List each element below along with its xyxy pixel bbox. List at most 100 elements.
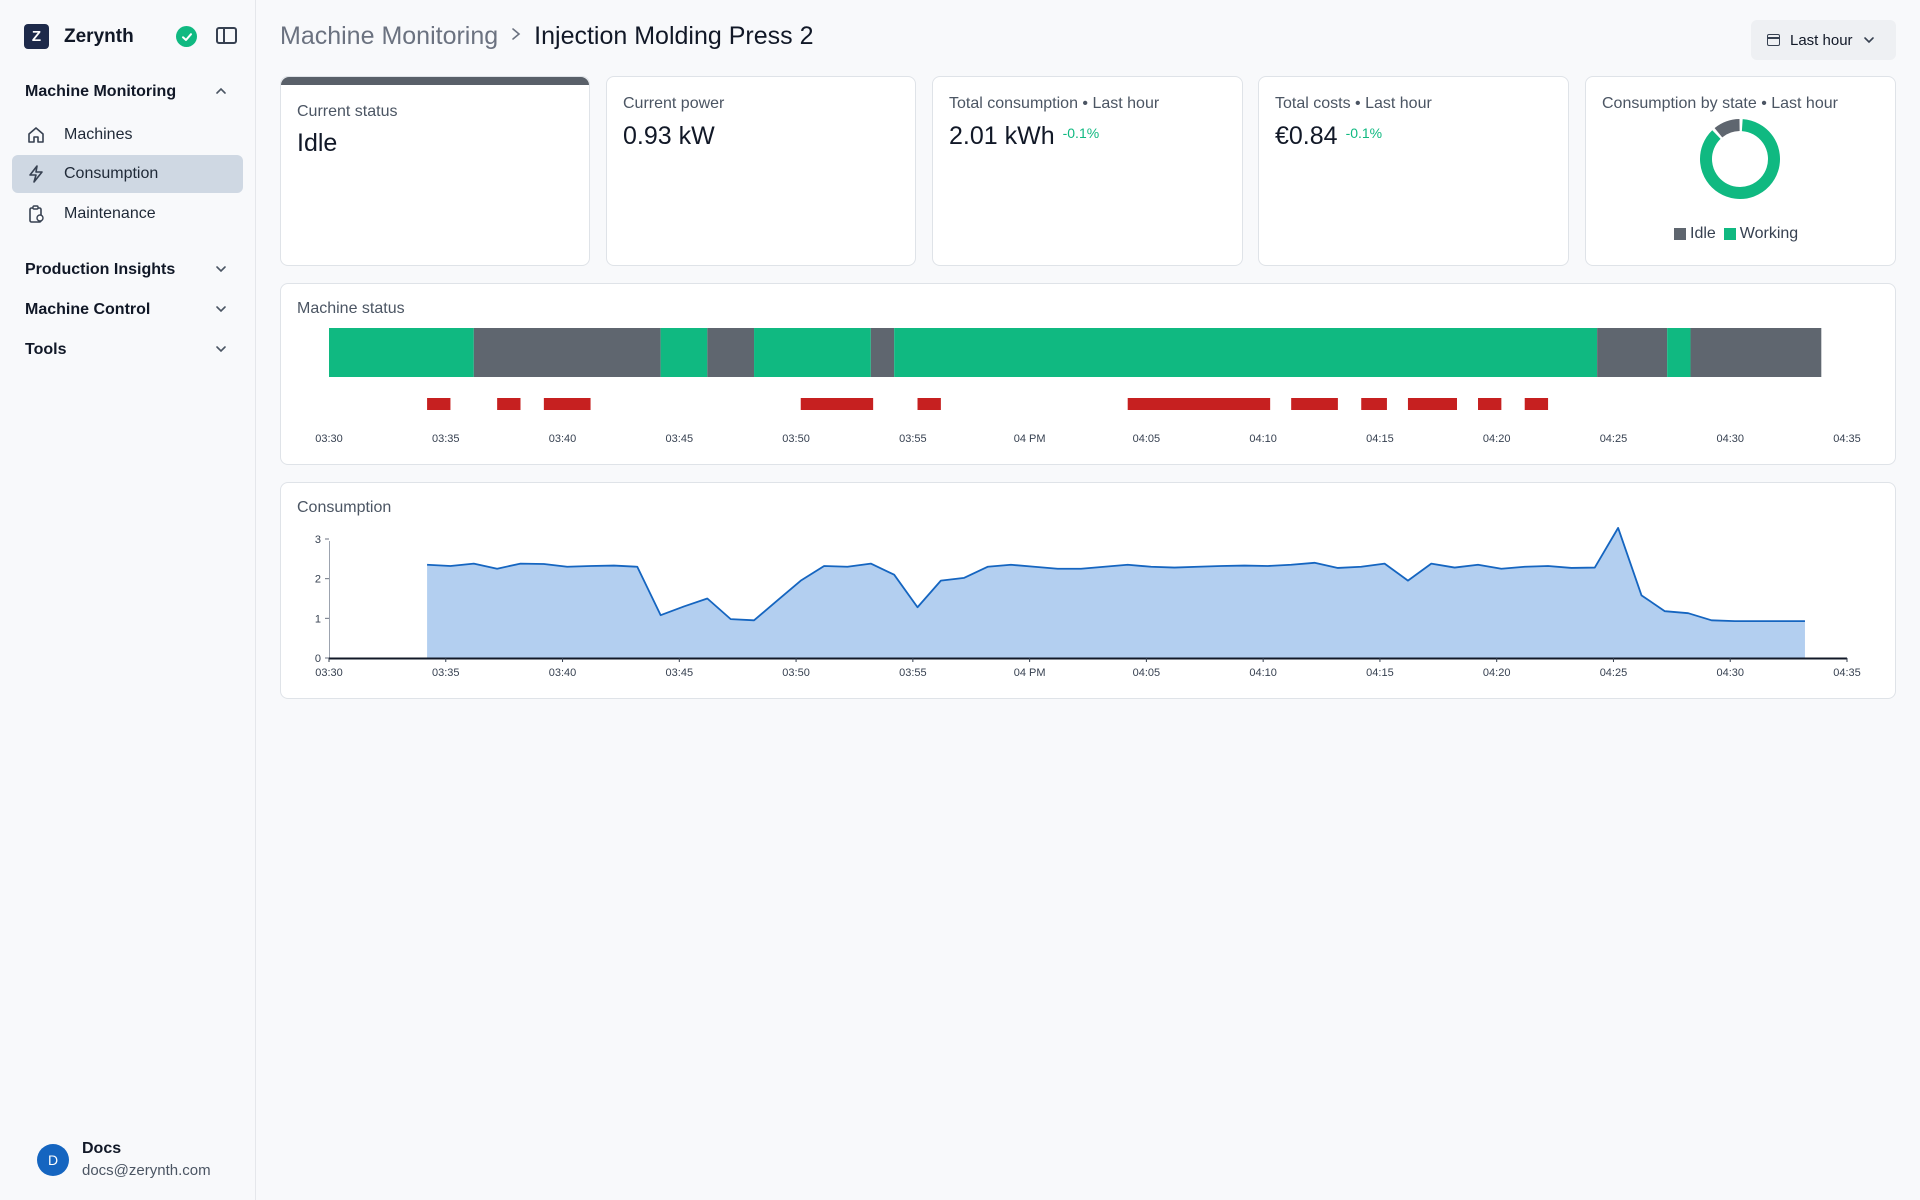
donut-chart [1700, 119, 1780, 199]
sidebar: Z Zerynth Machine Monitoring Machines Co… [0, 0, 256, 1200]
status-segment-working [754, 328, 871, 377]
sidebar-item-label: Consumption [64, 165, 159, 182]
nav-group-label: Machine Control [25, 301, 151, 318]
x-tick-label: 04 PM [1014, 667, 1046, 679]
x-tick-label: 04:05 [1133, 667, 1161, 679]
status-segment-idle [1597, 328, 1668, 377]
x-tick-label: 03:40 [549, 667, 577, 679]
chevron-down-icon [216, 306, 226, 313]
status-segment-idle [1690, 328, 1822, 377]
chevron-right-icon [510, 25, 522, 48]
chevron-down-icon [1863, 37, 1874, 44]
chevron-down-icon [216, 266, 226, 273]
status-color-strip [281, 77, 589, 85]
legend-label-idle: Idle [1690, 225, 1716, 242]
nav-group-machine-monitoring[interactable]: Machine Monitoring [12, 74, 243, 110]
card-label: Total costs • Last hour [1275, 95, 1432, 112]
alarm-segment [543, 398, 591, 410]
status-segment-working [660, 328, 708, 377]
total-consumption-card: Total consumption • Last hour 2.01 kWh -0… [932, 76, 1243, 266]
status-segment-idle [707, 328, 755, 377]
user-email: docs@zerynth.com [82, 1162, 211, 1179]
alarm-segment [917, 398, 941, 410]
brand[interactable]: Z Zerynth [24, 24, 134, 49]
card-value: 0.93 kW [623, 122, 715, 150]
x-tick-label: 03:40 [549, 433, 577, 445]
time-range-select[interactable]: Last hour [1751, 20, 1896, 60]
card-value: €0.84 [1275, 122, 1338, 150]
card-value: Idle [297, 129, 338, 157]
x-tick-label: 04:10 [1249, 667, 1277, 679]
x-tick-label: 03:50 [782, 667, 810, 679]
sidebar-item-label: Machines [64, 126, 133, 143]
card-value: 2.01 kWh [949, 122, 1055, 150]
legend-label-working: Working [1739, 225, 1799, 242]
breadcrumb: Machine Monitoring Injection Molding Pre… [280, 22, 813, 51]
chevron-down-icon [216, 346, 226, 353]
x-tick-label: 04:30 [1716, 667, 1744, 679]
home-icon [25, 124, 47, 146]
x-tick-label: 04:35 [1833, 433, 1861, 445]
x-tick-label: 04:15 [1366, 667, 1394, 679]
x-tick-label: 04:20 [1483, 433, 1511, 445]
alarm-segment [1524, 398, 1549, 410]
alarm-segment [800, 398, 874, 410]
status-segment-idle [870, 328, 895, 377]
chevron-up-icon [216, 87, 226, 94]
consumption-by-state-card: Consumption by state • Last hour Idle Wo… [1585, 76, 1896, 266]
user-menu[interactable]: D Docs docs@zerynth.com [37, 1140, 211, 1179]
connection-status-check-icon[interactable] [176, 26, 197, 47]
sidebar-item-maintenance[interactable]: Maintenance [12, 195, 243, 233]
nav-group-machine-control[interactable]: Machine Control [12, 292, 243, 328]
x-tick-label: 04:10 [1249, 433, 1277, 445]
x-tick-label: 04:05 [1133, 433, 1161, 445]
alarm-segment [1127, 398, 1271, 410]
y-tick-label: 0 [315, 653, 321, 665]
sidebar-item-label: Maintenance [64, 205, 156, 222]
x-tick-label: 04:15 [1366, 433, 1394, 445]
consumption-area-chart: 0 1 2 3 03:30 03:35 03:40 03:45 03:50 03:55 04 PM 0… [315, 526, 1861, 679]
sidebar-item-consumption[interactable]: Consumption [12, 155, 243, 193]
status-segment-working [329, 328, 474, 377]
clipboard-gear-icon [25, 203, 47, 225]
donut-slice-idle [1714, 119, 1741, 138]
x-tick-label: 04:35 [1833, 667, 1861, 679]
sidebar-toggle-icon[interactable] [216, 27, 237, 44]
y-tick-label: 1 [315, 613, 321, 625]
x-tick-label: 03:35 [432, 667, 460, 679]
card-label: Total consumption • Last hour [949, 95, 1160, 112]
x-tick-label: 03:35 [432, 433, 460, 445]
nav-group-tools[interactable]: Tools [12, 332, 243, 368]
avatar: D [37, 1143, 69, 1176]
delta-badge: -0.1% [1345, 125, 1383, 141]
current-power-card: Current power 0.93 kW [606, 76, 916, 266]
sidebar-item-machines[interactable]: Machines [12, 116, 243, 154]
x-tick-label: 04:25 [1600, 667, 1628, 679]
x-tick-label: 04:30 [1716, 433, 1744, 445]
card-label: Current power [623, 95, 725, 112]
x-tick-label: 03:55 [899, 433, 927, 445]
status-segment-working [1667, 328, 1691, 377]
breadcrumb-parent[interactable]: Machine Monitoring [280, 22, 498, 51]
nav-group-production-insights[interactable]: Production Insights [12, 252, 243, 288]
alarm-segment [1407, 398, 1457, 410]
nav-group-label: Tools [25, 341, 67, 358]
donut-legend: Idle Working [1674, 225, 1798, 243]
alarm-segment [1361, 398, 1387, 410]
consumption-panel: Consumption 0 1 2 3 03:30 03:35 03:40 03:45 03:5… [280, 482, 1896, 699]
x-tick-label: 03:30 [315, 433, 343, 445]
user-name: Docs [82, 1140, 122, 1157]
donut-slice-working [1700, 119, 1780, 199]
x-tick-label: 04:25 [1600, 433, 1628, 445]
nav-group-label: Machine Monitoring [25, 83, 177, 100]
card-label: Consumption by state • Last hour [1602, 95, 1838, 112]
machine-status-timeline: 03:30 03:35 03:40 03:45 03:50 03:55 04 PM 04:05… [315, 328, 1861, 445]
status-segment-idle [473, 328, 661, 377]
alarm-segment [497, 398, 521, 410]
x-tick-label: 04:20 [1483, 667, 1511, 679]
total-costs-card: Total costs • Last hour €0.84 -0.1% [1258, 76, 1569, 266]
machine-status-panel: Machine status 03:30 03:35 03:40 03:45 03:50… [280, 283, 1896, 465]
calendar-icon [1767, 34, 1780, 46]
nav-group-label: Production Insights [25, 261, 176, 278]
legend-swatch-working [1723, 228, 1736, 240]
